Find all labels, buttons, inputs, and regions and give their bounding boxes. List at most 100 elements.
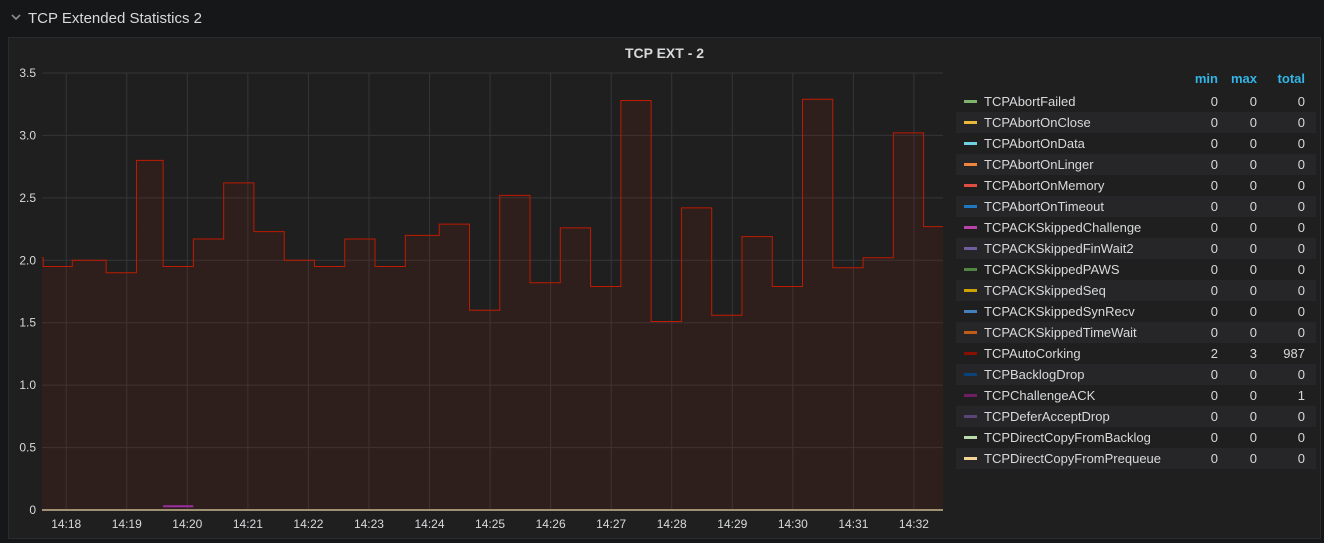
legend-swatch[interactable] xyxy=(964,247,977,250)
legend-item[interactable]: TCPACKSkippedPAWS 0 0 0 xyxy=(956,259,1316,280)
legend-item[interactable]: TCPAutoCorking 2 3 987 xyxy=(956,343,1316,364)
legend-item[interactable]: TCPChallengeACK 0 0 1 xyxy=(956,385,1316,406)
legend-min-value: 0 xyxy=(1210,262,1218,277)
row-title[interactable]: TCP Extended Statistics 2 xyxy=(28,10,202,27)
legend-item[interactable]: TCPACKSkippedSynRecv 0 0 0 xyxy=(956,301,1316,322)
legend-swatch[interactable] xyxy=(964,142,977,145)
legend-total-value: 0 xyxy=(1297,115,1305,130)
y-tick-label: 2.5 xyxy=(19,191,36,205)
legend-item[interactable]: TCPDirectCopyFromBacklog 0 0 0 xyxy=(956,427,1316,448)
legend-item[interactable]: TCPAbortOnTimeout 0 0 0 xyxy=(956,196,1316,217)
y-tick-label: 1.5 xyxy=(19,316,36,330)
chart-area[interactable]: 0 0.5 1.0 1.5 2.0 2.5 3.0 3.5 14:18 14:19 14:20 14:… xyxy=(9,38,949,538)
legend-swatch[interactable] xyxy=(964,163,977,166)
legend-swatch[interactable] xyxy=(964,310,977,313)
legend-total-value: 0 xyxy=(1297,451,1305,466)
legend-label[interactable]: TCPAbortOnLinger xyxy=(984,157,1094,172)
legend-swatch[interactable] xyxy=(964,415,977,418)
legend-swatch[interactable] xyxy=(964,226,977,229)
legend-header-min[interactable]: min xyxy=(1178,71,1218,86)
legend-item[interactable]: TCPAbortFailed 0 0 0 xyxy=(956,91,1316,112)
legend: min max total TCPAbortFailed 0 0 0 TCPAbortO… xyxy=(956,69,1316,469)
legend-max-value: 0 xyxy=(1249,94,1257,109)
legend-item[interactable]: TCPBacklogDrop 0 0 0 xyxy=(956,364,1316,385)
legend-item[interactable]: TCPAbortOnClose 0 0 0 xyxy=(956,112,1316,133)
legend-item[interactable]: TCPAbortOnMemory 0 0 0 xyxy=(956,175,1316,196)
legend-label[interactable]: TCPACKSkippedSynRecv xyxy=(984,304,1135,319)
legend-swatch[interactable] xyxy=(964,394,977,397)
y-tick-label: 3.5 xyxy=(19,66,36,80)
y-tick-label: 2.0 xyxy=(19,253,36,267)
legend-label[interactable]: TCPACKSkippedTimeWait xyxy=(984,325,1137,340)
legend-max-value: 0 xyxy=(1249,451,1257,466)
legend-item[interactable]: TCPACKSkippedSeq 0 0 0 xyxy=(956,280,1316,301)
legend-label[interactable]: TCPAbortOnTimeout xyxy=(984,199,1104,214)
legend-label[interactable]: TCPACKSkippedChallenge xyxy=(984,220,1141,235)
legend-label[interactable]: TCPACKSkippedSeq xyxy=(984,283,1106,298)
legend-label[interactable]: TCPACKSkippedFinWait2 xyxy=(984,241,1134,256)
legend-min-value: 0 xyxy=(1210,115,1218,130)
legend-total-value: 0 xyxy=(1297,430,1305,445)
legend-min-value: 0 xyxy=(1210,220,1218,235)
legend-label[interactable]: TCPAbortFailed xyxy=(984,94,1076,109)
legend-swatch[interactable] xyxy=(964,184,977,187)
legend-swatch[interactable] xyxy=(964,373,977,376)
legend-total-value: 0 xyxy=(1297,409,1305,424)
legend-swatch[interactable] xyxy=(964,205,977,208)
legend-max-value: 0 xyxy=(1249,220,1257,235)
legend-label[interactable]: TCPAbortOnMemory xyxy=(984,178,1104,193)
legend-item[interactable]: TCPACKSkippedChallenge 0 0 0 xyxy=(956,217,1316,238)
x-tick-label: 14:32 xyxy=(899,517,929,531)
legend-label[interactable]: TCPAutoCorking xyxy=(984,346,1081,361)
legend-max-value: 0 xyxy=(1249,430,1257,445)
legend-rows: TCPAbortFailed 0 0 0 TCPAbortOnClose 0 0 0 TCPAb… xyxy=(956,91,1316,469)
legend-min-value: 0 xyxy=(1210,451,1218,466)
legend-swatch[interactable] xyxy=(964,121,977,124)
legend-item[interactable]: TCPAbortOnLinger 0 0 0 xyxy=(956,154,1316,175)
x-tick-label: 14:19 xyxy=(112,517,142,531)
chevron-down-icon[interactable] xyxy=(10,11,22,23)
legend-max-value: 0 xyxy=(1249,304,1257,319)
x-tick-label: 14:29 xyxy=(717,517,747,531)
x-tick-label: 14:26 xyxy=(536,517,566,531)
legend-swatch[interactable] xyxy=(964,100,977,103)
legend-max-value: 0 xyxy=(1249,241,1257,256)
legend-label[interactable]: TCPBacklogDrop xyxy=(984,367,1084,382)
legend-min-value: 0 xyxy=(1210,388,1218,403)
y-tick-label: 3.0 xyxy=(19,128,36,142)
legend-label[interactable]: TCPChallengeACK xyxy=(984,388,1095,403)
legend-max-value: 0 xyxy=(1249,115,1257,130)
legend-label[interactable]: TCPDeferAcceptDrop xyxy=(984,409,1110,424)
legend-header-total[interactable]: total xyxy=(1265,71,1305,86)
legend-total-value: 987 xyxy=(1283,346,1305,361)
legend-swatch[interactable] xyxy=(964,457,977,460)
legend-max-value: 0 xyxy=(1249,157,1257,172)
legend-label[interactable]: TCPAbortOnData xyxy=(984,136,1085,151)
legend-item[interactable]: TCPDeferAcceptDrop 0 0 0 xyxy=(956,406,1316,427)
legend-min-value: 2 xyxy=(1210,346,1218,361)
legend-max-value: 0 xyxy=(1249,136,1257,151)
series-area xyxy=(42,99,943,510)
legend-swatch[interactable] xyxy=(964,331,977,334)
legend-header-max[interactable]: max xyxy=(1217,71,1257,86)
legend-label[interactable]: TCPACKSkippedPAWS xyxy=(984,262,1120,277)
legend-swatch[interactable] xyxy=(964,352,977,355)
legend-item[interactable]: TCPAbortOnData 0 0 0 xyxy=(956,133,1316,154)
legend-label[interactable]: TCPAbortOnClose xyxy=(984,115,1091,130)
legend-label[interactable]: TCPDirectCopyFromBacklog xyxy=(984,430,1151,445)
legend-total-value: 0 xyxy=(1297,94,1305,109)
legend-swatch[interactable] xyxy=(964,268,977,271)
x-tick-label: 14:28 xyxy=(657,517,687,531)
legend-max-value: 3 xyxy=(1249,346,1257,361)
legend-swatch[interactable] xyxy=(964,436,977,439)
legend-item[interactable]: TCPACKSkippedTimeWait 0 0 0 xyxy=(956,322,1316,343)
legend-label[interactable]: TCPDirectCopyFromPrequeue xyxy=(984,451,1161,466)
legend-item[interactable]: TCPACKSkippedFinWait2 0 0 0 xyxy=(956,238,1316,259)
legend-min-value: 0 xyxy=(1210,304,1218,319)
row-header[interactable]: TCP Extended Statistics 2 xyxy=(0,0,1324,36)
legend-max-value: 0 xyxy=(1249,262,1257,277)
legend-swatch[interactable] xyxy=(964,289,977,292)
legend-item[interactable]: TCPDirectCopyFromPrequeue 0 0 0 xyxy=(956,448,1316,469)
x-tick-label: 14:22 xyxy=(293,517,323,531)
legend-max-value: 0 xyxy=(1249,325,1257,340)
